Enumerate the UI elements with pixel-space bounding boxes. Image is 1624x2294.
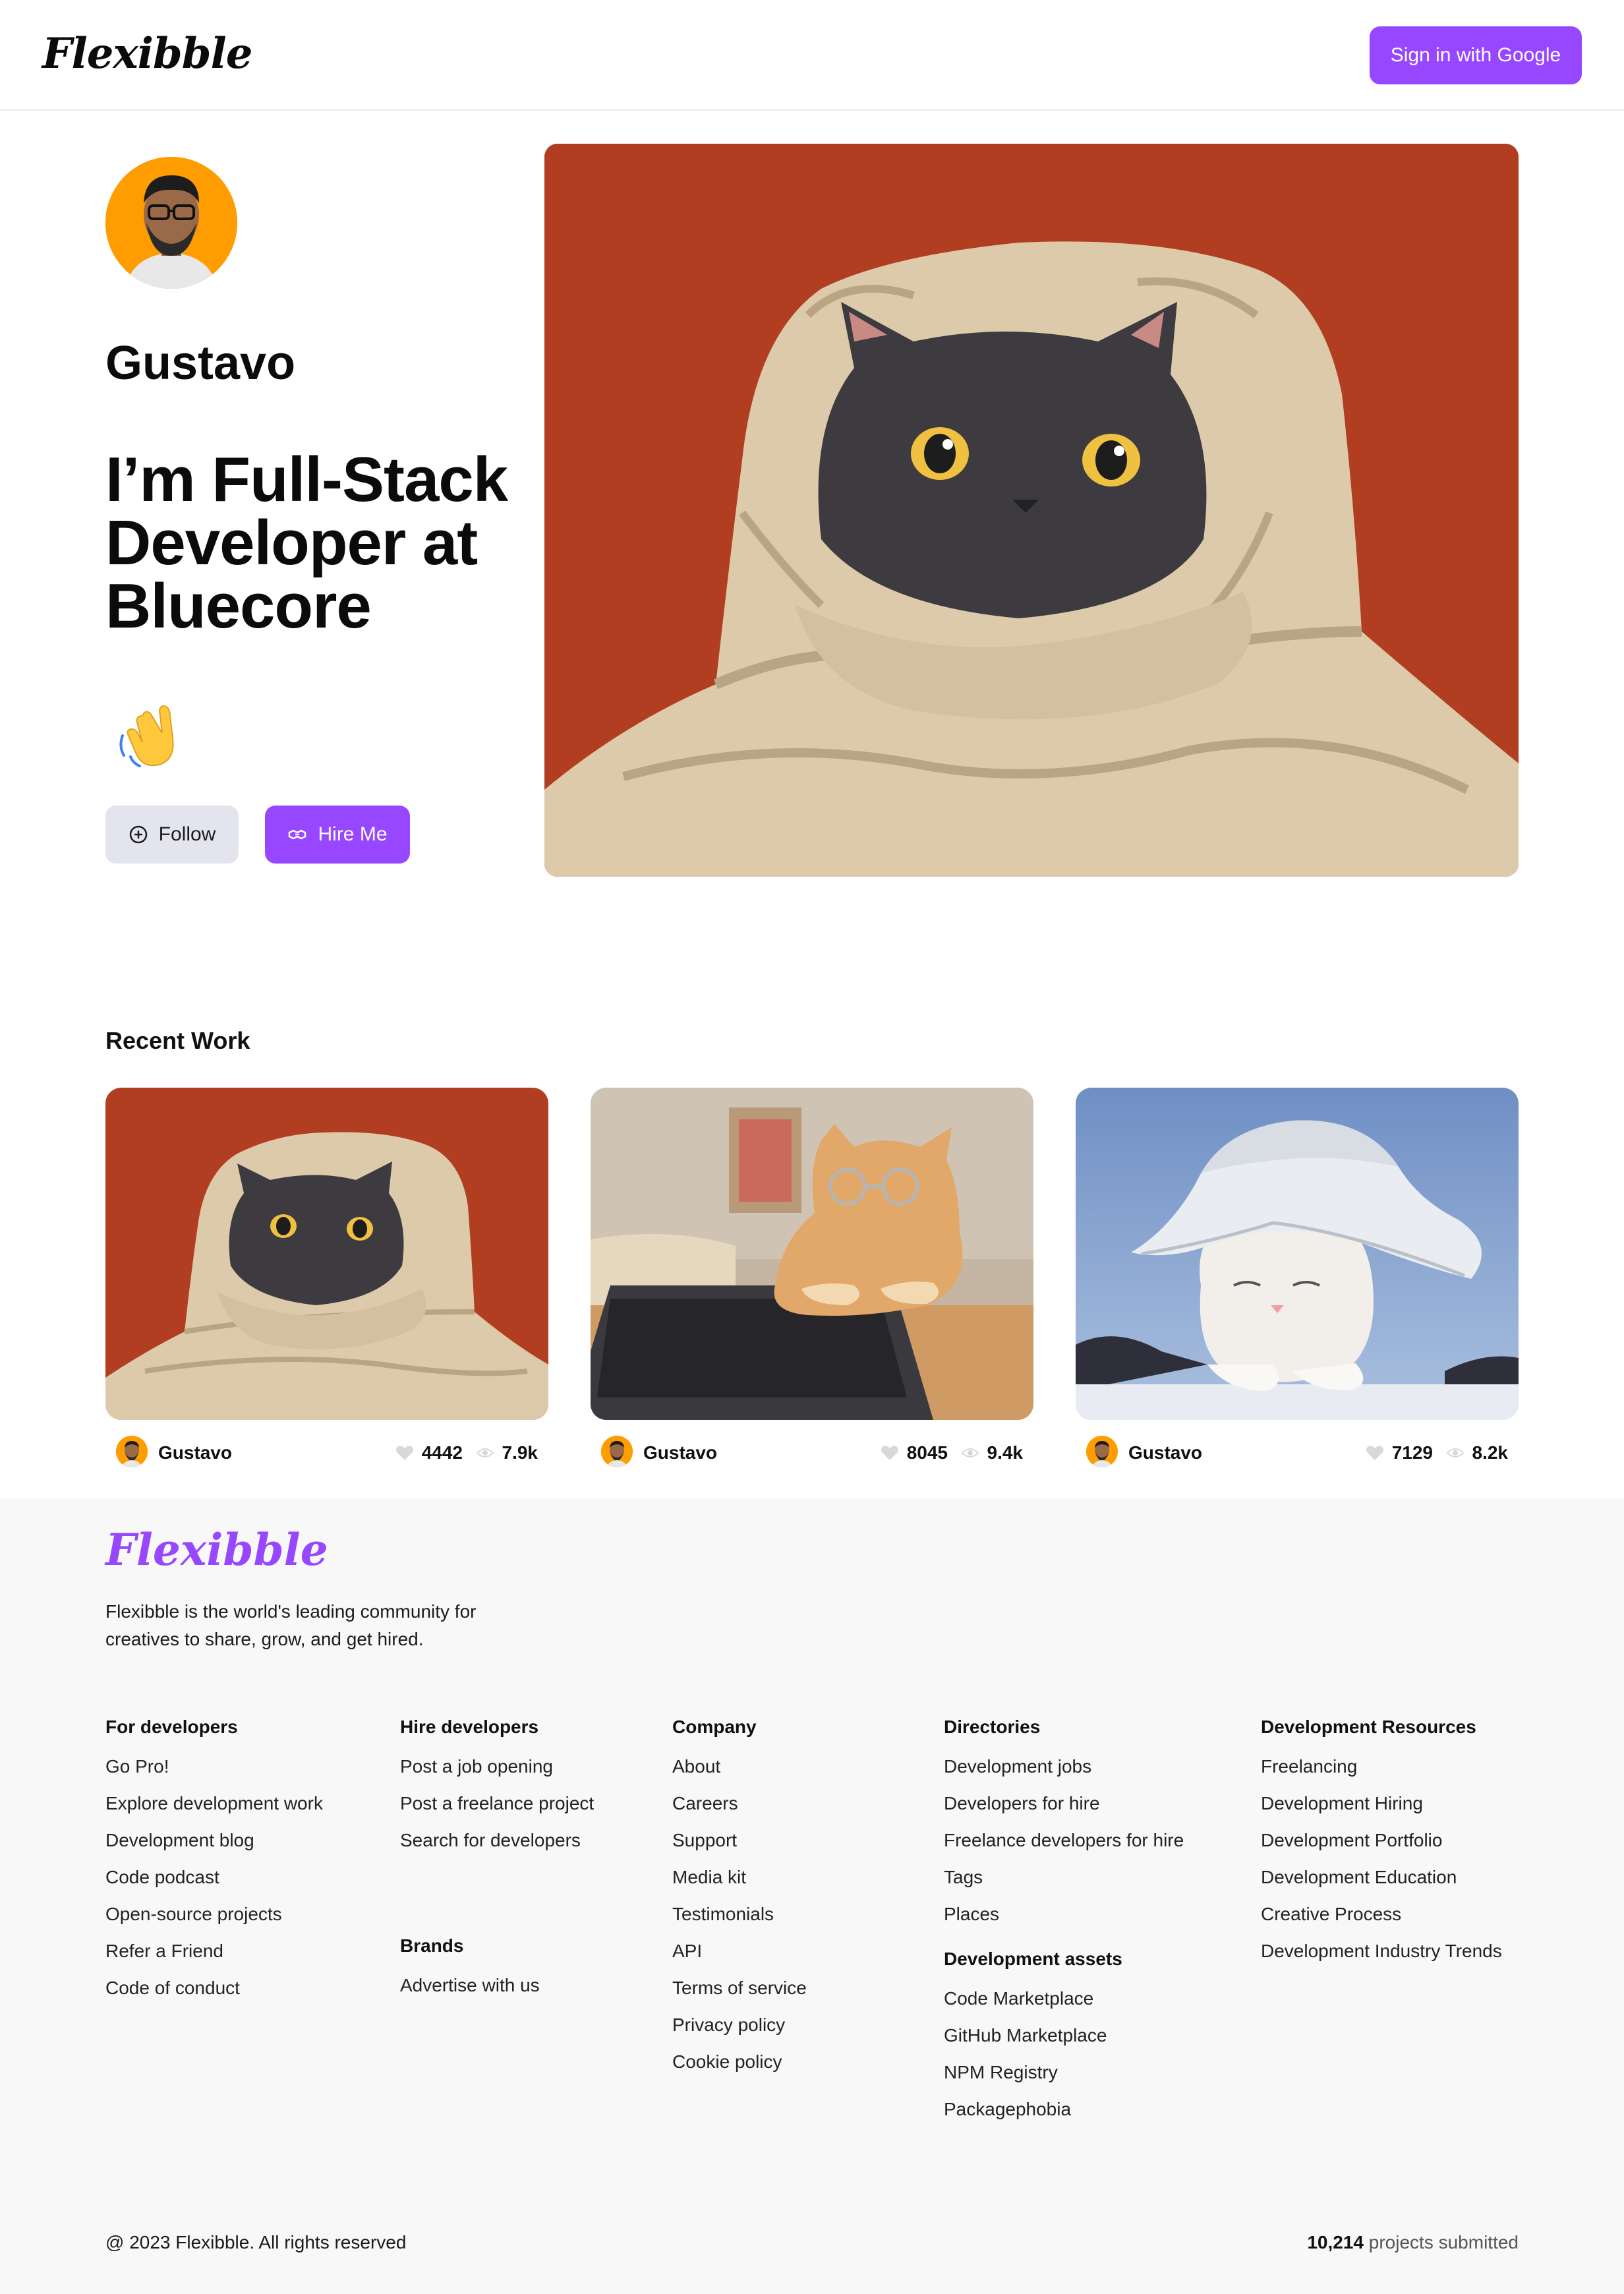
heart-icon	[881, 1446, 898, 1460]
footer-link[interactable]: Media kit	[672, 1864, 807, 1901]
likes-value: 4442	[421, 1442, 463, 1463]
footer-link[interactable]: Development Hiring	[1261, 1790, 1502, 1827]
author-avatar[interactable]	[1086, 1436, 1118, 1467]
plus-circle-icon	[129, 825, 147, 844]
views-value: 7.9k	[502, 1442, 538, 1463]
footer-link[interactable]: API	[672, 1938, 807, 1975]
follow-button[interactable]: Follow	[105, 806, 239, 864]
eye-icon	[476, 1448, 494, 1457]
author-name[interactable]: Gustavo	[643, 1442, 717, 1463]
footer-link[interactable]: Search for developers	[400, 1827, 594, 1864]
likes-count: 7129	[1366, 1442, 1433, 1463]
footer-link[interactable]: Development Industry Trends	[1261, 1938, 1502, 1975]
author-avatar[interactable]	[601, 1436, 633, 1467]
footer-link[interactable]: Terms of service	[672, 1975, 807, 2012]
footer-column-hire-developers: Hire developers Post a job opening Post …	[400, 1717, 594, 2009]
author-name[interactable]: Gustavo	[158, 1442, 232, 1463]
likes-count: 4442	[395, 1442, 463, 1463]
footer-link[interactable]: Cookie policy	[672, 2049, 807, 2086]
waving-hand-icon	[116, 696, 188, 769]
footer-column-title: Development assets	[944, 1949, 1122, 1969]
project-card-meta: Gustavo 4442 7.9k	[105, 1434, 548, 1469]
profile-avatar	[105, 157, 237, 289]
project-card-meta: Gustavo 7129 8.2k	[1076, 1434, 1519, 1469]
footer-link[interactable]: About	[672, 1753, 807, 1790]
footer-link[interactable]: Freelance developers for hire	[944, 1827, 1184, 1864]
follow-label: Follow	[158, 823, 216, 845]
handshake-icon	[289, 829, 306, 840]
project-card-image[interactable]	[1076, 1088, 1519, 1420]
footer-link[interactable]: Support	[672, 1827, 807, 1864]
footer-column-title: Brands	[400, 1935, 464, 1956]
copyright-text: @ 2023 Flexibble. All rights reserved	[105, 2232, 407, 2252]
hire-me-button[interactable]: Hire Me	[265, 806, 410, 864]
heart-icon	[395, 1446, 413, 1460]
recent-work-heading: Recent Work	[105, 1027, 250, 1054]
footer: Flexibble Flexibble is the world's leadi…	[0, 1499, 1624, 2294]
footer-link[interactable]: Development Portfolio	[1261, 1827, 1502, 1864]
likes-value: 7129	[1391, 1442, 1433, 1463]
likes-count: 8045	[881, 1442, 948, 1463]
sign-in-google-button[interactable]: Sign in with Google	[1370, 26, 1582, 84]
navbar: Flexibble Sign in with Google	[0, 0, 1624, 111]
projects-count-value: 10,214	[1307, 2232, 1364, 2252]
footer-link[interactable]: Development Education	[1261, 1864, 1502, 1901]
footer-description: Flexibble is the world's leading communi…	[105, 1601, 477, 1649]
projects-count-suffix: projects submitted	[1368, 2232, 1519, 2252]
hire-me-label: Hire Me	[318, 823, 388, 845]
footer-link[interactable]: NPM Registry	[944, 2059, 1184, 2096]
footer-link[interactable]: Advertise with us	[400, 1972, 594, 2009]
footer-link[interactable]: Go Pro!	[105, 1753, 323, 1790]
project-card-image[interactable]	[105, 1088, 548, 1420]
footer-link[interactable]: Open-source projects	[105, 1901, 323, 1938]
projects-submitted-count: 10,214 projects submitted	[1307, 2232, 1519, 2253]
footer-column-title: Hire developers	[400, 1717, 539, 1737]
footer-column-company: Company About Careers Support Media kit …	[672, 1717, 807, 2086]
footer-column-title: Company	[672, 1717, 757, 1737]
footer-link[interactable]: Post a job opening	[400, 1753, 594, 1790]
likes-value: 8045	[906, 1442, 948, 1463]
footer-column-directories: Directories Development jobs Developers …	[944, 1717, 1184, 2133]
profile-name: Gustavo	[105, 337, 296, 390]
footer-link[interactable]: GitHub Marketplace	[944, 2022, 1184, 2059]
footer-link[interactable]: Testimonials	[672, 1901, 807, 1938]
footer-column-development-resources: Development Resources Freelancing Develo…	[1261, 1717, 1502, 1975]
footer-column-for-developers: For developers Go Pro! Explore developme…	[105, 1717, 323, 2012]
eye-icon	[1446, 1448, 1464, 1457]
author-avatar[interactable]	[116, 1436, 148, 1467]
views-count: 9.4k	[961, 1442, 1024, 1463]
views-count: 7.9k	[476, 1442, 538, 1463]
profile-headline: I’m Full-Stack Developer at Bluecore	[105, 444, 508, 641]
footer-link[interactable]: Places	[944, 1901, 1184, 1938]
views-count: 8.2k	[1446, 1442, 1509, 1463]
views-value: 8.2k	[1472, 1442, 1509, 1463]
footer-link[interactable]: Refer a Friend	[105, 1938, 323, 1975]
footer-column-title: Development Resources	[1261, 1717, 1476, 1737]
footer-link[interactable]: Explore development work	[105, 1790, 323, 1827]
footer-column-title: For developers	[105, 1717, 238, 1737]
footer-link[interactable]: Developers for hire	[944, 1790, 1184, 1827]
project-card-meta: Gustavo 8045 9.4k	[591, 1434, 1033, 1469]
project-card-image[interactable]	[591, 1088, 1033, 1420]
footer-logo[interactable]: Flexibble	[105, 1524, 328, 1575]
footer-link[interactable]: Careers	[672, 1790, 807, 1827]
footer-link[interactable]: Freelancing	[1261, 1753, 1502, 1790]
footer-link[interactable]: Code of conduct	[105, 1975, 323, 2012]
footer-link[interactable]: Tags	[944, 1864, 1184, 1901]
footer-link[interactable]: Development blog	[105, 1827, 323, 1864]
footer-column-title: Directories	[944, 1717, 1041, 1737]
footer-link[interactable]: Code Marketplace	[944, 1985, 1184, 2022]
views-value: 9.4k	[987, 1442, 1024, 1463]
eye-icon	[961, 1448, 979, 1457]
footer-link[interactable]: Code podcast	[105, 1864, 323, 1901]
logo[interactable]: Flexibble	[42, 29, 252, 78]
author-name[interactable]: Gustavo	[1128, 1442, 1202, 1463]
footer-link[interactable]: Packagephobia	[944, 2096, 1184, 2133]
project-hero-image[interactable]	[544, 144, 1519, 877]
footer-link[interactable]: Post a freelance project	[400, 1790, 594, 1827]
footer-link[interactable]: Privacy policy	[672, 2012, 807, 2049]
footer-link[interactable]: Creative Process	[1261, 1901, 1502, 1938]
heart-icon	[1366, 1446, 1383, 1460]
footer-link[interactable]: Development jobs	[944, 1753, 1184, 1790]
